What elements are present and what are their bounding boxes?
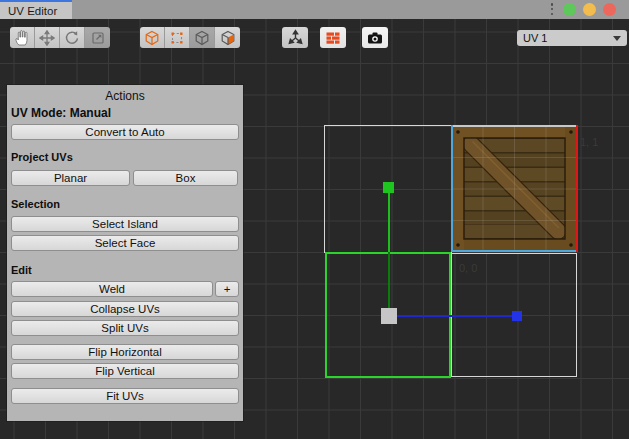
handle-center[interactable]: [381, 308, 397, 324]
weld-button[interactable]: Weld: [11, 281, 213, 297]
project-uvs-label: Project UVs: [11, 151, 73, 163]
selection-label: Selection: [11, 198, 60, 210]
scale-icon: [90, 30, 106, 46]
uv-channel-value: UV 1: [523, 32, 547, 44]
handle-x-axis[interactable]: [512, 311, 522, 321]
edge-rect-icon: [169, 30, 185, 46]
move-tool-button[interactable]: [35, 27, 60, 48]
window-button-green[interactable]: [563, 3, 576, 16]
edge-mode-button[interactable]: [165, 27, 190, 48]
face-cube-icon: [194, 30, 210, 46]
uv-canvas[interactable]: UV 1: [0, 19, 629, 439]
flip-horizontal-button[interactable]: Flip Horizontal: [11, 344, 239, 360]
uv-island-texture[interactable]: [451, 125, 578, 252]
rotate-tool-button[interactable]: [60, 27, 85, 48]
texture-edge-top: [451, 125, 578, 127]
select-face-button[interactable]: Select Face: [11, 235, 239, 251]
actions-panel-title: Actions: [7, 89, 243, 103]
fit-uvs-button[interactable]: Fit UVs: [11, 388, 239, 404]
uv-mode-label: UV Mode: Manual: [11, 106, 111, 120]
rotate-icon: [64, 30, 80, 46]
uv-channel-dropdown[interactable]: UV 1: [517, 30, 627, 46]
textured-cube-icon: [220, 30, 236, 46]
collapse-uvs-button[interactable]: Collapse UVs: [11, 301, 239, 317]
texture-edge-bottom: [451, 250, 578, 252]
crate-texture: [451, 125, 578, 252]
window-button-red[interactable]: [603, 3, 616, 16]
origin-coordinate-label: 0, 0: [459, 262, 477, 274]
title-bar: UV Editor: [0, 0, 629, 19]
hand-icon: [13, 29, 31, 47]
bricks-icon: [325, 30, 341, 46]
window-button-yellow[interactable]: [583, 3, 596, 16]
texture-edge-left: [451, 125, 453, 252]
box-button[interactable]: Box: [133, 170, 238, 186]
weld-settings-button[interactable]: +: [215, 281, 239, 297]
vertex-cube-icon: [144, 30, 160, 46]
flip-vertical-button[interactable]: Flip Vertical: [11, 363, 239, 379]
element-mode-group: [140, 27, 240, 48]
camera-icon: [366, 30, 384, 46]
unit-coordinate-label: 1, 1: [580, 136, 598, 148]
tab-title: UV Editor: [8, 5, 57, 17]
axis-x-line: [397, 315, 512, 317]
convert-to-auto-button[interactable]: Convert to Auto: [11, 124, 239, 140]
face-mode-button[interactable]: [190, 27, 215, 48]
pan-tool-button[interactable]: [10, 27, 35, 48]
spread-arrows-icon: [287, 29, 304, 46]
select-island-button[interactable]: Select Island: [11, 216, 239, 232]
tab-uv-editor[interactable]: UV Editor: [0, 0, 72, 19]
move-icon: [39, 30, 55, 46]
bricks-button[interactable]: [320, 27, 346, 48]
texture-edge-right: [576, 125, 578, 252]
kebab-menu-icon[interactable]: [550, 3, 554, 15]
project-uv-button[interactable]: [282, 27, 308, 48]
actions-panel: Actions UV Mode: Manual Convert to Auto …: [7, 85, 243, 421]
split-uvs-button[interactable]: Split UVs: [11, 320, 239, 336]
planar-button[interactable]: Planar: [11, 170, 130, 186]
transform-tool-group: [10, 27, 110, 48]
scale-tool-button[interactable]: [85, 27, 110, 48]
edit-label: Edit: [11, 264, 32, 276]
axis-y-line-dark: [388, 252, 390, 308]
texture-face-mode-button[interactable]: [215, 27, 240, 48]
axis-y-line-bright: [388, 193, 390, 252]
handle-y-axis[interactable]: [383, 182, 394, 193]
chevron-down-icon: [613, 36, 621, 41]
screenshot-button[interactable]: [362, 27, 388, 48]
vertex-mode-button[interactable]: [140, 27, 165, 48]
